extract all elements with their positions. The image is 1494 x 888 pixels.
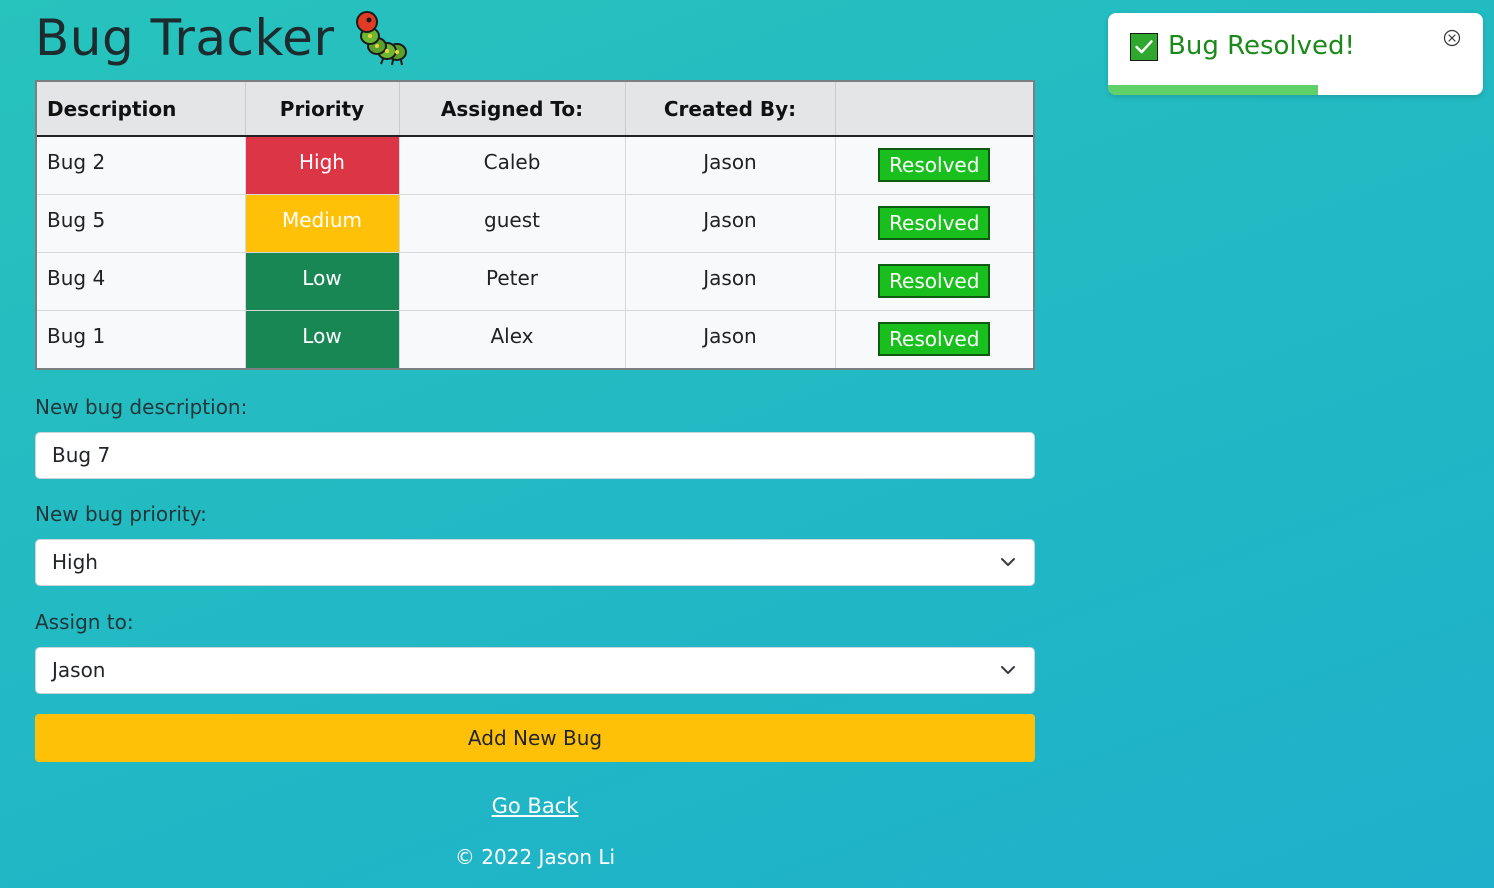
created-by-cell: Jason [625,194,836,253]
bug-description: Bug 2 [37,136,246,195]
column-header-description: Description [37,82,246,137]
description-label: New bug description: [35,395,248,419]
action-cell: Resolved [835,310,1033,368]
bug-description: Bug 4 [37,252,246,311]
assigned-to-cell: Caleb [399,136,626,195]
column-header-assigned-to: Assigned To: [399,82,626,137]
priority-label: New bug priority: [35,502,207,526]
add-new-bug-button[interactable]: Add New Bug [35,714,1035,762]
page-title: Bug Tracker [35,8,411,68]
created-by-cell: Jason [625,136,836,195]
close-icon[interactable] [1443,29,1461,47]
assigned-to-cell: Peter [399,252,626,311]
assign-label: Assign to: [35,610,134,634]
priority-select[interactable]: High [35,539,1035,586]
priority-cell: Low [245,252,400,311]
action-cell: Resolved [835,136,1033,195]
go-back-link: Go Back [35,794,1035,818]
resolved-button[interactable]: Resolved [878,148,991,182]
toast-progress-bar [1108,85,1318,95]
bug-description: Bug 1 [37,310,246,368]
description-input-value: Bug 7 [52,443,111,467]
table-row: Bug 5 Medium guest Jason Resolved [37,194,1033,253]
column-header-priority: Priority [245,82,400,137]
checkbox-icon [1130,33,1158,61]
assign-select-value: Jason [52,658,106,682]
priority-cell: Medium [245,194,400,253]
chevron-down-icon [1001,666,1015,674]
assign-select[interactable]: Jason [35,647,1035,694]
table-row: Bug 1 Low Alex Jason Resolved [37,310,1033,368]
bug-table: Description Priority Assigned To: Create… [35,80,1035,370]
table-header-row: Description Priority Assigned To: Create… [37,82,1033,137]
footer-copyright: © 2022 Jason Li [454,845,616,869]
description-input[interactable]: Bug 7 [35,432,1035,479]
action-cell: Resolved [835,194,1033,253]
resolved-button[interactable]: Resolved [878,263,991,298]
column-header-created-by: Created By: [625,82,836,137]
caterpillar-icon [351,8,411,68]
table-row: Bug 2 High Caleb Jason Resolved [37,136,1033,195]
resolved-button[interactable]: Resolved [878,321,991,356]
assigned-to-cell: guest [399,194,626,253]
resolved-button[interactable]: Resolved [878,205,991,240]
bug-description: Bug 5 [37,194,246,253]
toast-message: Bug Resolved! [1168,31,1355,61]
go-back-link-text[interactable]: Go Back [492,794,579,818]
assigned-to-cell: Alex [399,310,626,368]
table-row: Bug 4 Low Peter Jason Resolved [37,252,1033,311]
toast-notification: Bug Resolved! [1108,13,1483,95]
priority-select-value: High [52,550,98,574]
action-cell: Resolved [835,252,1033,311]
created-by-cell: Jason [625,310,836,368]
chevron-down-icon [1001,558,1015,566]
page-title-text: Bug Tracker [35,9,335,67]
priority-cell: High [245,136,400,195]
created-by-cell: Jason [625,252,836,311]
column-header-actions [835,82,1033,137]
priority-cell: Low [245,310,400,368]
